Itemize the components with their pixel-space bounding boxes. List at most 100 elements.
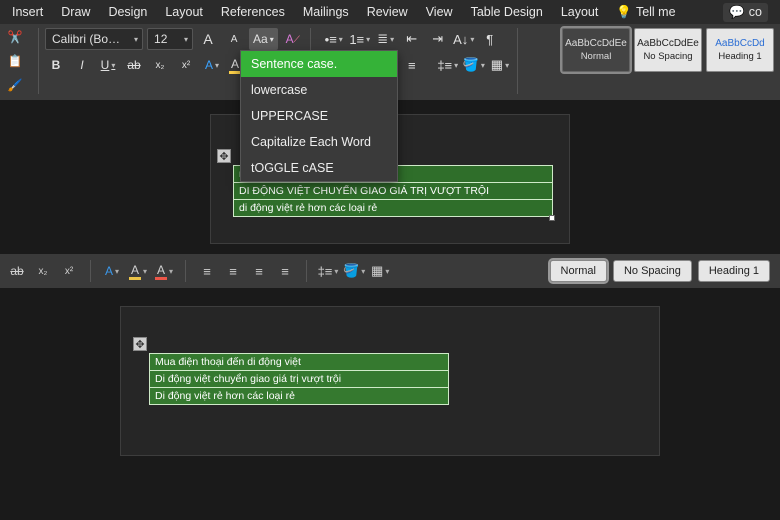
bulb-icon: 💡 xyxy=(616,5,632,20)
table-cell[interactable]: Di động việt chuyển giao giá trị vượt tr… xyxy=(150,371,449,388)
case-toggle[interactable]: tOGGLE cASE xyxy=(241,155,397,181)
separator xyxy=(306,260,307,282)
table-cell[interactable]: Di động việt rẻ hơn các loại rẻ xyxy=(150,388,449,405)
menu-mailings[interactable]: Mailings xyxy=(303,5,349,19)
grow-font-button[interactable]: A xyxy=(197,28,219,50)
bullets-button[interactable]: •≡ xyxy=(323,28,345,50)
menu-draw[interactable]: Draw xyxy=(61,5,90,19)
superscript-button[interactable]: x² xyxy=(58,260,80,282)
chevron-down-icon: ▾ xyxy=(184,35,188,44)
line-spacing-button[interactable]: ‡≡ xyxy=(437,54,459,76)
text-effects-button[interactable]: A xyxy=(101,260,123,282)
table-cell[interactable]: Mua điện thoại đến di động việt xyxy=(150,354,449,371)
case-capitalize-each[interactable]: Capitalize Each Word xyxy=(241,129,397,155)
highlight-button[interactable]: A xyxy=(127,260,149,282)
change-case-label: Aa xyxy=(253,32,268,46)
font-color-button[interactable]: A xyxy=(153,260,175,282)
comment-icon: 💬 xyxy=(729,5,745,20)
italic-button[interactable]: I xyxy=(71,54,93,76)
text-effects-button[interactable]: A xyxy=(201,54,223,76)
numbering-button[interactable]: 1≡ xyxy=(349,28,371,50)
bold-button[interactable]: B xyxy=(45,54,67,76)
style-normal[interactable]: AaBbCcDdEe Normal xyxy=(562,28,630,72)
tell-me-label: Tell me xyxy=(636,5,676,19)
justify-button[interactable]: ≡ xyxy=(401,54,423,76)
align-right-button[interactable]: ≡ xyxy=(248,260,270,282)
shrink-font-button[interactable]: A xyxy=(223,28,245,50)
document-area-bottom: ✥ Mua điện thoại đến di động việt Di độn… xyxy=(0,288,780,474)
multilevel-button[interactable]: ≣ xyxy=(375,28,397,50)
separator xyxy=(185,260,186,282)
menu-review[interactable]: Review xyxy=(367,5,408,19)
chevron-down-icon: ▾ xyxy=(134,35,138,44)
clear-formatting-button[interactable]: A⟋ xyxy=(282,28,304,50)
style-label: No Spacing xyxy=(643,51,692,62)
chevron-down-icon: ▾ xyxy=(270,35,274,44)
menu-references[interactable]: References xyxy=(221,5,285,19)
style-label: Heading 1 xyxy=(718,51,761,62)
table-move-handle-icon[interactable]: ✥ xyxy=(217,149,231,163)
line-spacing-button[interactable]: ‡≡ xyxy=(317,260,339,282)
strike-button[interactable]: ab xyxy=(123,54,145,76)
show-marks-button[interactable]: ¶ xyxy=(479,28,501,50)
table-cell[interactable]: DI ĐỘNG VIỆT CHUYỂN GIAO GIÁ TRỊ VƯỢT TR… xyxy=(234,183,553,200)
separator xyxy=(90,260,91,282)
case-lowercase[interactable]: lowercase xyxy=(241,77,397,103)
table-cell[interactable]: di động việt rẻ hơn các loại rẻ xyxy=(234,200,553,217)
superscript-button[interactable]: x² xyxy=(175,54,197,76)
change-case-button[interactable]: Aa ▾ xyxy=(249,28,278,50)
style-heading-1[interactable]: Heading 1 xyxy=(698,260,770,282)
case-uppercase[interactable]: UPPERCASE xyxy=(241,103,397,129)
indent-increase-button[interactable]: ⇥ xyxy=(427,28,449,50)
font-size-value: 12 xyxy=(154,32,180,46)
menu-design[interactable]: Design xyxy=(108,5,147,19)
style-preview: AaBbCcDd xyxy=(715,38,764,49)
style-no-spacing[interactable]: No Spacing xyxy=(613,260,692,282)
separator xyxy=(517,28,518,94)
table-move-handle-icon[interactable]: ✥ xyxy=(133,337,147,351)
table-wrap: ✥ Mua điện thoại đến di động việt Di độn… xyxy=(149,353,631,405)
strike-button[interactable]: ab xyxy=(6,260,28,282)
share-button[interactable]: 💬 co xyxy=(723,3,768,22)
menu-view[interactable]: View xyxy=(426,5,453,19)
subscript-button[interactable]: x₂ xyxy=(32,260,54,282)
style-normal[interactable]: Normal xyxy=(550,260,607,282)
indent-decrease-button[interactable]: ⇤ xyxy=(401,28,423,50)
page-bottom[interactable]: ✥ Mua điện thoại đến di động việt Di độn… xyxy=(120,306,660,456)
style-no-spacing[interactable]: AaBbCcDdEe No Spacing xyxy=(634,28,702,72)
copy-icon[interactable]: 📋 xyxy=(6,52,24,70)
ribbon-bottom: ab x₂ x² A A A ≡ ≡ ≡ ≡ ‡≡ 🪣 ▦ Normal No … xyxy=(0,254,780,288)
table-resize-handle-icon[interactable] xyxy=(549,215,555,221)
justify-button[interactable]: ≡ xyxy=(274,260,296,282)
borders-button[interactable]: ▦ xyxy=(369,260,391,282)
change-case-menu: Sentence case. lowercase UPPERCASE Capit… xyxy=(240,50,398,182)
table-bottom[interactable]: Mua điện thoại đến di động việt Di động … xyxy=(149,353,449,405)
style-heading-1[interactable]: AaBbCcDd Heading 1 xyxy=(706,28,774,72)
styles-gallery-bottom: Normal No Spacing Heading 1 xyxy=(550,260,774,282)
font-name-value: Calibri (Bo… xyxy=(52,32,130,46)
font-size-select[interactable]: 12 ▾ xyxy=(147,28,193,50)
font-name-select[interactable]: Calibri (Bo… ▾ xyxy=(45,28,143,50)
format-painter-icon[interactable]: 🖌️ xyxy=(6,76,24,94)
separator xyxy=(38,28,39,94)
case-sentence[interactable]: Sentence case. xyxy=(241,51,397,77)
styles-gallery: AaBbCcDdEe Normal AaBbCcDdEe No Spacing … xyxy=(556,28,774,72)
shading-button[interactable]: 🪣 xyxy=(343,260,365,282)
borders-button[interactable]: ▦ xyxy=(489,54,511,76)
subscript-button[interactable]: x₂ xyxy=(149,54,171,76)
align-left-button[interactable]: ≡ xyxy=(196,260,218,282)
clipboard-group: ✂️ 📋 🖌️ xyxy=(6,28,32,94)
style-preview: AaBbCcDdEe xyxy=(637,38,699,49)
sort-button[interactable]: A↓ xyxy=(453,28,475,50)
underline-button[interactable]: U xyxy=(97,54,119,76)
align-center-button[interactable]: ≡ xyxy=(222,260,244,282)
menu-layout[interactable]: Layout xyxy=(165,5,203,19)
shading-button[interactable]: 🪣 xyxy=(463,54,485,76)
menu-table-design[interactable]: Table Design xyxy=(471,5,543,19)
tell-me[interactable]: 💡 Tell me xyxy=(616,5,675,20)
menu-insert[interactable]: Insert xyxy=(12,5,43,19)
style-preview: AaBbCcDdEe xyxy=(565,38,627,49)
cut-icon[interactable]: ✂️ xyxy=(6,28,24,46)
menu-layout-2[interactable]: Layout xyxy=(561,5,599,19)
style-label: Normal xyxy=(581,51,612,62)
